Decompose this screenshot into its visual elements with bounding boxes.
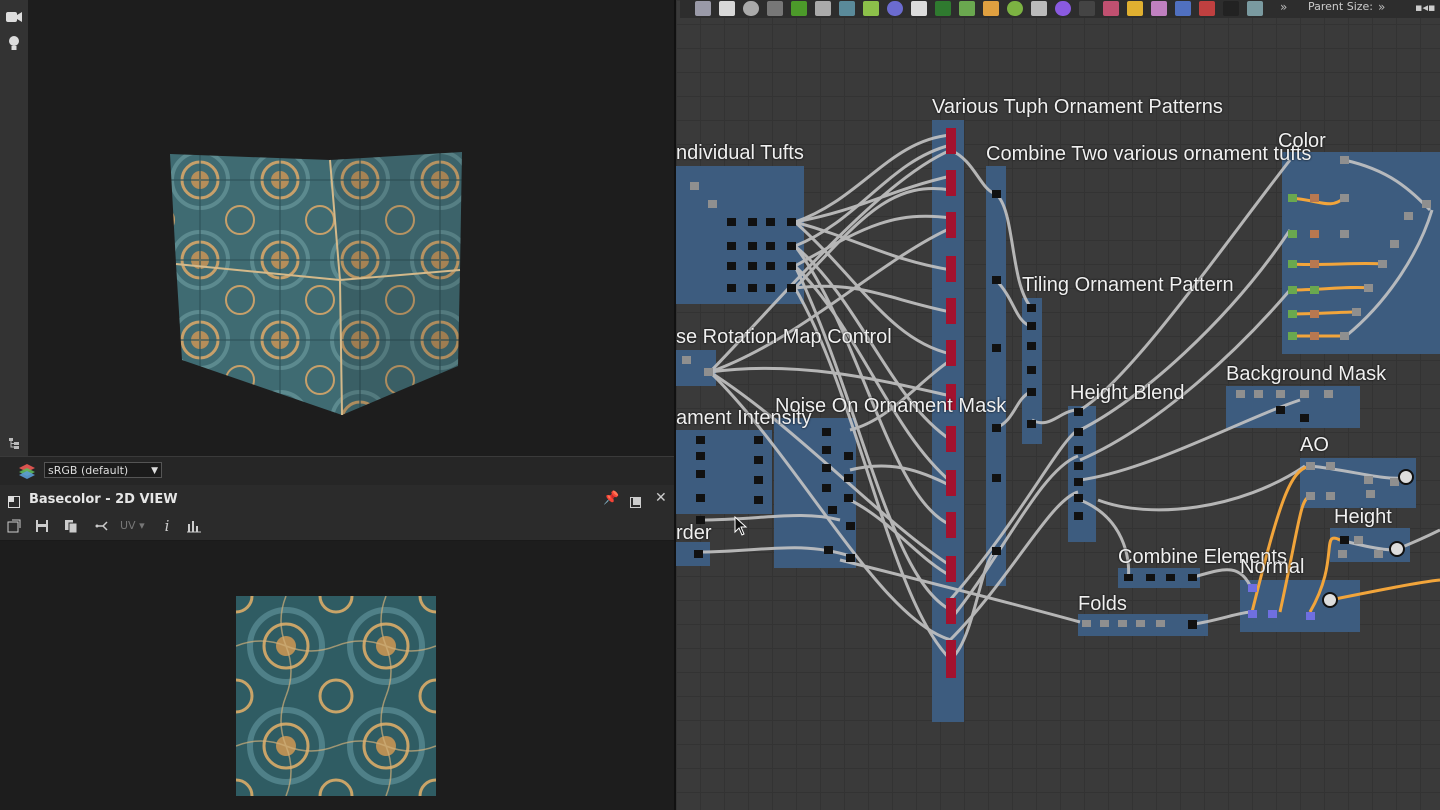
close-icon[interactable]: ✕ (655, 490, 667, 506)
label-normal: Normal (1240, 556, 1305, 578)
lightbulb-icon[interactable] (3, 32, 25, 54)
colorspace-value: sRGB (default) (48, 464, 129, 477)
label-height-blend: Height Blend (1070, 382, 1185, 404)
label-ornament-intensity: ament Intensity (676, 407, 812, 429)
scene-tree-icon[interactable] (3, 432, 25, 454)
label-various-tuph: Various Tuph Ornament Patterns (932, 96, 1223, 118)
label-ao: AO (1300, 434, 1329, 456)
viewport-toolstrip (0, 0, 28, 456)
uv-toggle[interactable]: UV ▾ (120, 519, 145, 532)
label-color: Color (1278, 130, 1326, 152)
save-icon[interactable] (33, 517, 51, 535)
label-border: rder (676, 522, 712, 544)
basecolor-texture[interactable] (236, 596, 436, 796)
2d-view-header: Basecolor - 2D VIEW 📌 ✕ (0, 486, 674, 512)
uv-label: UV (120, 519, 136, 532)
3d-viewport[interactable] (0, 0, 674, 456)
layers-icon[interactable] (18, 463, 36, 483)
2d-view-icon (8, 493, 20, 512)
label-individual-tufts: ndividual Tufts (676, 142, 804, 164)
label-height: Height (1334, 506, 1392, 528)
label-combine-two: Combine Two various ornament tufts (986, 143, 1312, 165)
copy-icon[interactable] (62, 517, 80, 535)
camera-icon[interactable] (3, 6, 25, 28)
2d-view-panel: Basecolor - 2D VIEW 📌 ✕ UV ▾ i (0, 486, 674, 810)
viewport-statusbar: sRGB (default) ▼ (0, 456, 674, 485)
fit-view-icon[interactable] (5, 517, 23, 535)
histogram-icon[interactable] (185, 517, 203, 535)
colorspace-select[interactable]: sRGB (default) ▼ (44, 462, 162, 478)
2d-view-title: Basecolor - 2D VIEW (29, 492, 178, 507)
maximize-icon[interactable] (630, 493, 641, 512)
label-background-mask: Background Mask (1226, 363, 1387, 385)
label-rotation-map: se Rotation Map Control (676, 326, 892, 348)
info-icon[interactable]: i (158, 517, 176, 535)
share-icon[interactable] (93, 517, 111, 535)
label-tiling: Tiling Ornament Pattern (1022, 274, 1234, 296)
pin-icon[interactable]: 📌 (603, 491, 619, 506)
chevron-down-icon: ▼ (151, 466, 158, 476)
mouse-cursor-icon (734, 516, 748, 536)
label-folds: Folds (1078, 593, 1127, 615)
preview-cube[interactable] (160, 140, 480, 430)
2d-view-toolbar: UV ▾ i (0, 512, 674, 541)
